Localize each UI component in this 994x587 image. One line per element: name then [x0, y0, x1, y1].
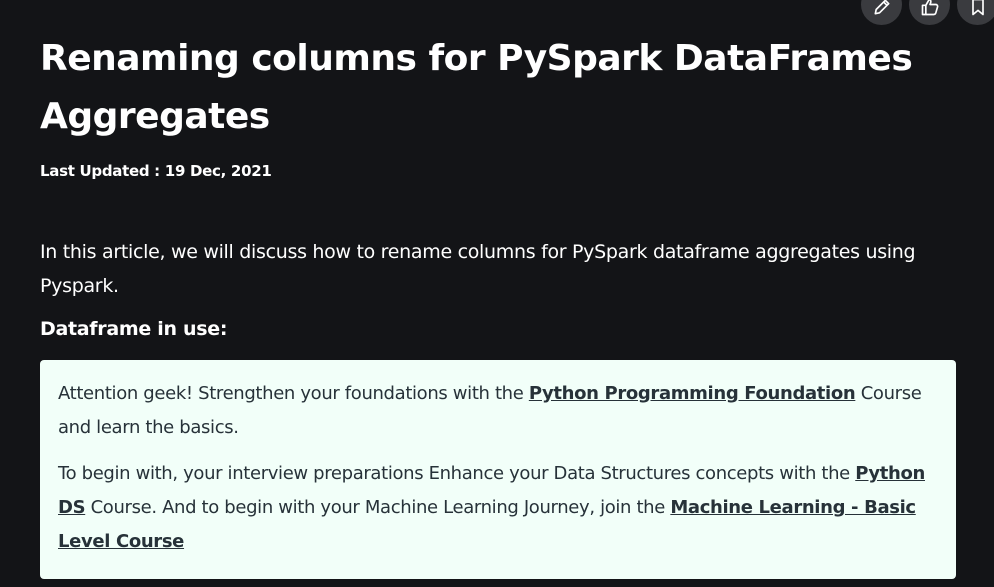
promo-text-2b: Course. And to begin with your Machine L…	[85, 497, 671, 518]
article-toolbar	[861, 0, 994, 25]
pencil-icon	[874, 0, 889, 15]
intro-paragraph: In this article, we will discuss how to …	[40, 241, 916, 297]
dataframe-subheading: Dataframe in use:	[40, 318, 228, 340]
bookmark-icon	[971, 0, 984, 16]
course-promo-box: Attention geek! Strengthen your foundati…	[40, 360, 956, 579]
last-updated-date: Last Updated : 19 Dec, 2021	[40, 162, 272, 180]
promo-paragraph-1: Attention geek! Strengthen your foundati…	[58, 377, 938, 445]
like-button[interactable]	[909, 0, 950, 25]
bookmark-button[interactable]	[957, 0, 994, 25]
promo-paragraph-2: To begin with, your interview preparatio…	[58, 457, 938, 559]
python-programming-foundation-link[interactable]: Python Programming Foundation	[529, 383, 856, 404]
page-title: Renaming columns for PySpark DataFrames …	[40, 38, 913, 137]
promo-text-1a: Attention geek! Strengthen your foundati…	[58, 383, 529, 404]
promo-text-2a: To begin with, your interview preparatio…	[58, 463, 856, 484]
article-page: Renaming columns for PySpark DataFrames …	[0, 0, 994, 587]
edit-button[interactable]	[861, 0, 902, 25]
thumbs-up-icon	[921, 0, 938, 16]
